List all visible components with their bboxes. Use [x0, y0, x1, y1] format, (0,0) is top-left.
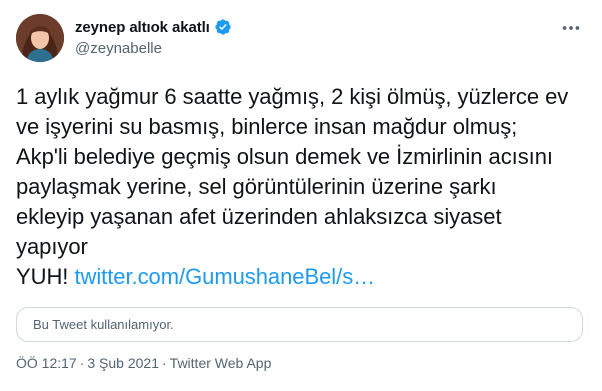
tweet-text-line: 1 aylık yağmur 6 saatte yağmış, 2 kişi ö… [16, 84, 569, 109]
meta-separator: · [79, 355, 85, 371]
tweet-meta: ÖÖ 12:17 · 3 Şub 2021 · Twitter Web App [16, 355, 271, 371]
unavailable-tweet-text: Bu Tweet kullanılamıyor. [33, 317, 174, 332]
tweet-text: 1 aylık yağmur 6 saatte yağmış, 2 kişi ö… [16, 82, 586, 292]
tweet-text-line: ve işyerini su basmış, binlerce insan ma… [16, 114, 518, 139]
tweet-date[interactable]: 3 Şub 2021 [87, 355, 159, 371]
author-display-name[interactable]: zeynep altıok akatlı [75, 19, 210, 36]
verified-badge-icon [214, 18, 232, 36]
tweet-text-yuh: YUH! [16, 264, 69, 289]
tweet-text-line: paylaşmak yerine, sel görüntülerinin üze… [16, 174, 497, 199]
tweet-link[interactable]: twitter.com/GumushaneBel/s… [74, 264, 375, 289]
more-options-button[interactable] [554, 16, 588, 40]
user-avatar [16, 14, 64, 62]
more-horizontal-icon [562, 26, 580, 30]
author-name-row: zeynep altıok akatlı [75, 18, 232, 36]
tweet-source[interactable]: Twitter Web App [170, 355, 272, 371]
tweet-text-line: ekleyip yaşanan afet üzerinden ahlaksızc… [16, 204, 502, 229]
tweet-text-line: Akp'li belediye geçmiş olsun demek ve İz… [16, 144, 553, 169]
author-handle[interactable]: @zeynabelle [75, 40, 162, 57]
meta-separator: · [162, 355, 167, 371]
author-avatar[interactable] [16, 14, 64, 62]
tweet-card: zeynep altıok akatlı @zeynabelle 1 aylık… [0, 0, 602, 391]
tweet-time[interactable]: ÖÖ 12:17 [16, 355, 77, 371]
unavailable-tweet-box: Bu Tweet kullanılamıyor. [16, 307, 583, 342]
tweet-text-line: yapıyor [16, 234, 88, 259]
